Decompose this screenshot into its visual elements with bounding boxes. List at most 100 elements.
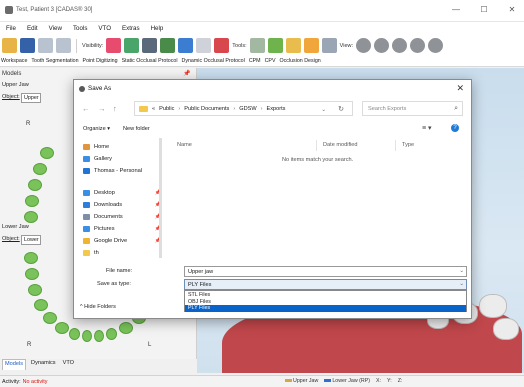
tooth-icon[interactable] (24, 252, 38, 264)
module-tab-cpv[interactable]: CPV (265, 58, 276, 64)
tooth-icon[interactable] (40, 147, 54, 159)
column-header-type[interactable]: Type (402, 142, 414, 148)
view-bottom-icon[interactable] (428, 38, 444, 53)
organize-button[interactable]: Organize ▾ (83, 126, 110, 132)
refresh-icon[interactable]: ↻ (338, 105, 344, 113)
help-icon[interactable]: ? (451, 124, 459, 132)
module-tab-point-digitizing[interactable]: Point Digitizing (83, 58, 118, 64)
search-input[interactable]: Search Exports ⌕ (362, 101, 463, 116)
segmentation-tool-icon[interactable] (249, 38, 265, 53)
tooth-icon[interactable] (82, 330, 92, 342)
breadcrumb-public[interactable]: Public (159, 106, 174, 112)
nav-item[interactable]: Documents 📌 (83, 212, 161, 222)
module-tab-tooth-segmentation[interactable]: Tooth Segmentation (31, 58, 78, 64)
layers-icon[interactable] (214, 38, 230, 53)
tooth-icon[interactable] (69, 328, 80, 340)
nav-item[interactable]: Home (83, 142, 161, 152)
breadcrumb-gdsw[interactable]: GDSW (239, 106, 256, 112)
tooth-icon[interactable] (55, 322, 69, 334)
nav-item[interactable]: Pictures 📌 (83, 224, 161, 234)
file-name-input[interactable]: Upper jaw ⌄ (184, 266, 467, 277)
breadcrumb-exports[interactable]: Exports (267, 106, 286, 112)
tooth-icon[interactable] (33, 163, 47, 175)
view-right-icon[interactable] (392, 38, 408, 53)
view-left-icon[interactable] (374, 38, 390, 53)
breadcrumb-overflow[interactable]: « (152, 106, 155, 112)
menu-view[interactable]: View (49, 25, 62, 32)
folder-icon (83, 250, 90, 256)
menu-edit[interactable]: Edit (27, 25, 38, 32)
axis-icon[interactable] (178, 38, 194, 53)
hide-folders-button[interactable]: ^ Hide Folders (80, 304, 116, 310)
tooth-icon[interactable] (25, 268, 39, 280)
chevron-down-icon[interactable]: ⌄ (459, 281, 464, 287)
file-type-option-ply[interactable]: PLY Files (185, 305, 466, 312)
module-tab-dynamic-occlusal[interactable]: Dynamic Occlusal Protocol (182, 58, 245, 64)
open-folder-icon[interactable] (2, 38, 17, 53)
module-tab-workspace[interactable]: Workspace (1, 58, 27, 64)
column-divider[interactable] (395, 140, 396, 151)
nav-item[interactable]: Downloads 📌 (83, 200, 161, 210)
upper-object-select[interactable]: Upper j (21, 93, 41, 103)
navigation-scrollbar[interactable] (159, 138, 162, 258)
lower-object-select[interactable]: Lower j (21, 235, 41, 245)
tooth-icon[interactable] (119, 322, 133, 334)
nav-item[interactable]: Desktop 📌 (83, 188, 161, 198)
column-divider[interactable] (316, 140, 317, 151)
occlusion-tool-icon[interactable] (285, 38, 301, 53)
tooth-icon[interactable] (25, 195, 39, 207)
measure-icon[interactable] (196, 38, 212, 53)
tooth-icon[interactable] (24, 211, 38, 223)
tooth-icon[interactable] (94, 330, 104, 342)
menu-vto[interactable]: VTO (98, 25, 111, 32)
breadcrumb[interactable]: « Public › Public Documents › GDSW › Exp… (134, 101, 353, 116)
nav-item[interactable]: Gallery (83, 154, 161, 164)
breadcrumb-public-documents[interactable]: Public Documents (184, 106, 229, 112)
save-as-type-select[interactable]: PLY Files ⌄ (184, 279, 467, 290)
tab-dynamics[interactable]: Dynamics (29, 359, 58, 370)
back-arrow-icon[interactable]: ← (82, 104, 90, 113)
nav-item[interactable]: Google Drive 📌 (83, 236, 161, 246)
dialog-close-button[interactable]: ✕ (456, 83, 464, 94)
tooth-icon[interactable] (28, 284, 42, 296)
visibility-model-icon[interactable] (106, 38, 122, 53)
nav-item[interactable]: Thomas - Personal (83, 166, 161, 176)
tooth-icon[interactable] (43, 312, 57, 324)
view-options-icon[interactable]: ≡ ▾ (422, 124, 432, 132)
module-tab-static-occlusal[interactable]: Static Occlusal Protocol (122, 58, 178, 64)
save-icon[interactable] (20, 38, 35, 53)
tooth-icon[interactable] (28, 179, 42, 191)
maximize-button[interactable]: ☐ (478, 5, 490, 15)
view-top-icon[interactable] (410, 38, 426, 53)
menu-help[interactable]: Help (151, 25, 164, 32)
tab-models[interactable]: Models (2, 359, 27, 370)
redo-icon[interactable] (56, 38, 71, 53)
export-tool-icon[interactable] (321, 38, 337, 53)
module-tab-occlusion-design[interactable]: Occlusion Design (280, 58, 321, 64)
column-header-name[interactable]: Name (177, 142, 192, 148)
close-window-button[interactable]: ✕ (506, 5, 518, 15)
angle-icon[interactable] (160, 38, 176, 53)
tooth-icon[interactable] (106, 328, 117, 340)
undo-icon[interactable] (38, 38, 53, 53)
chevron-down-icon[interactable]: ⌄ (459, 268, 464, 274)
up-arrow-icon[interactable]: ↑ (113, 104, 117, 113)
zoom-icon[interactable] (142, 38, 158, 53)
forward-arrow-icon[interactable]: → (98, 104, 106, 113)
column-header-date[interactable]: Date modified (323, 142, 358, 148)
module-tab-cpm[interactable]: CPM (249, 58, 261, 64)
nav-item[interactable]: th (83, 248, 161, 258)
ruler-tool-icon[interactable] (303, 38, 319, 53)
visibility-plane-icon[interactable] (124, 38, 140, 53)
view-front-icon[interactable] (356, 38, 372, 53)
tab-vto[interactable]: VTO (61, 359, 76, 370)
landmark-tool-icon[interactable] (267, 38, 283, 53)
menu-extras[interactable]: Extras (122, 25, 140, 32)
chevron-down-icon[interactable]: ⌄ (321, 107, 326, 113)
menu-file[interactable]: File (6, 25, 16, 32)
menu-tools[interactable]: Tools (73, 25, 87, 32)
tooth-icon[interactable] (34, 299, 48, 311)
new-folder-button[interactable]: New folder (123, 126, 150, 132)
pin-icon[interactable]: 📌 (183, 70, 190, 77)
minimize-button[interactable]: — (450, 5, 462, 15)
